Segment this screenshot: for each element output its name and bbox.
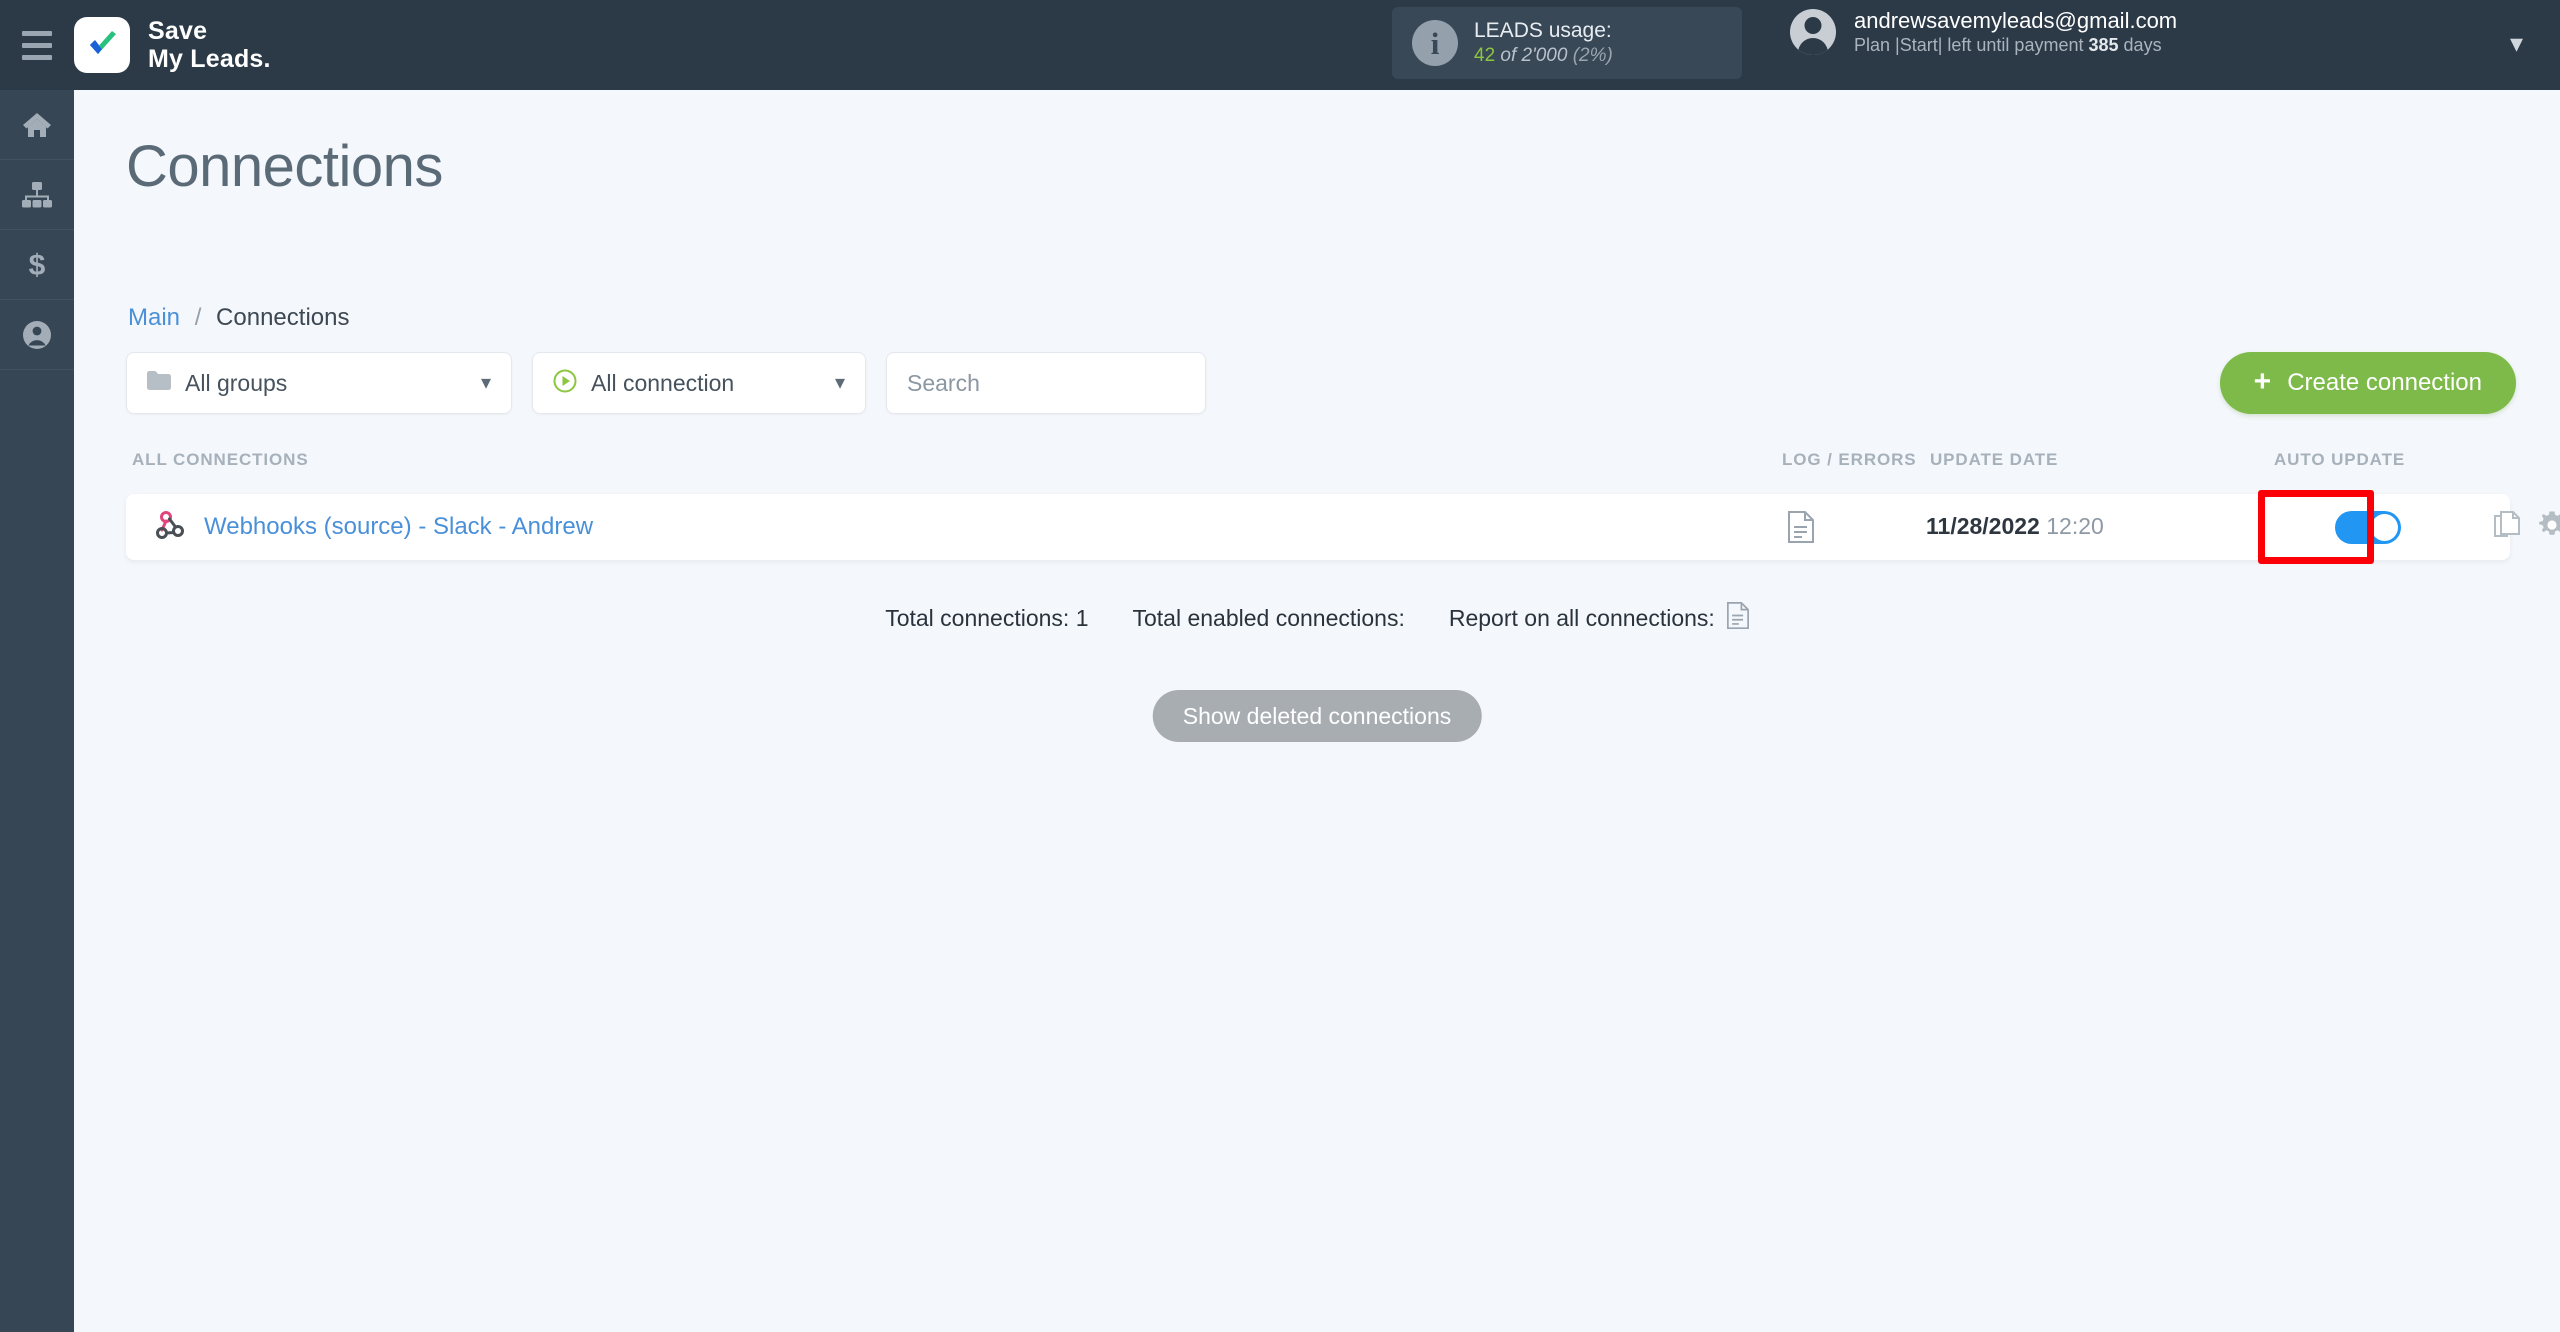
report-label: Report on all connections: — [1448, 605, 1715, 631]
dollar-icon: $ — [26, 250, 48, 280]
groups-filter-dropdown[interactable]: All groups ▾ — [126, 352, 512, 414]
account-plan: Plan |Start| left until payment 385 days — [1854, 35, 2177, 56]
play-circle-icon — [553, 369, 577, 398]
sidebar-item-account[interactable] — [0, 300, 74, 370]
auto-update-cell — [2320, 506, 2416, 548]
table-header: ALL CONNECTIONS LOG / ERRORS UPDATE DATE… — [126, 450, 2510, 488]
table-row: Webhooks (source) - Slack - Andrew 11/28… — [126, 494, 2560, 560]
chevron-down-icon: ▾ — [834, 372, 845, 394]
column-header-auto-update: AUTO UPDATE — [2274, 450, 2406, 469]
total-connections: Total connections: 1 — [885, 605, 1089, 631]
document-icon[interactable] — [1726, 602, 1749, 635]
total-enabled-connections: Total enabled connections: — [1132, 605, 1405, 631]
leads-usage-badge[interactable]: i LEADS usage: 42 of 2'000 (2%) — [1392, 7, 1742, 79]
sidebar-item-billing[interactable]: $ — [0, 230, 74, 300]
create-connection-button[interactable]: + Create connection — [2219, 352, 2516, 414]
leads-usage-title: LEADS usage: — [1474, 19, 1612, 42]
breadcrumb: Main / Connections — [128, 304, 349, 332]
connection-filter-value: All connection — [591, 369, 735, 396]
show-deleted-connections-button[interactable]: Show deleted connections — [1152, 690, 1482, 742]
sitemap-icon — [21, 181, 53, 209]
brand-logo-block[interactable]: Save My Leads. — [74, 17, 271, 73]
update-time-value: 12:20 — [2046, 513, 2104, 539]
column-header-log: LOG / ERRORS — [1782, 450, 1917, 469]
gear-icon[interactable] — [2538, 511, 2560, 544]
leads-total-count: of 2'000 — [1500, 45, 1568, 66]
copy-icon[interactable] — [2494, 510, 2520, 544]
chevron-down-icon: ▾ — [480, 372, 491, 394]
savemyleads-logo-icon — [74, 17, 130, 73]
totals-bar: Total connections: 1 Total enabled conne… — [74, 602, 2560, 635]
hamburger-bar — [22, 30, 52, 36]
brand-title: Save My Leads. — [148, 17, 271, 73]
row-action-icons — [2494, 494, 2560, 560]
home-icon — [22, 111, 52, 139]
sidebar-item-connections[interactable] — [0, 160, 74, 230]
hamburger-bar — [22, 54, 52, 60]
report-on-all-connections: Report on all connections: — [1449, 602, 1749, 635]
svg-text:$: $ — [29, 250, 46, 280]
main-content: Connections Main / Connections All group… — [74, 90, 2560, 1332]
leads-used-count: 42 — [1474, 45, 1496, 66]
plus-icon: + — [2253, 364, 2272, 398]
user-avatar-icon — [1790, 9, 1836, 55]
page-title: Connections — [126, 134, 443, 199]
update-date-value: 11/28/2022 — [1926, 513, 2040, 539]
brand-line-2: My Leads. — [148, 45, 271, 73]
leads-usage-text: LEADS usage: 42 of 2'000 (2%) — [1474, 19, 1613, 67]
auto-update-toggle[interactable] — [2335, 510, 2401, 544]
user-circle-icon — [22, 320, 52, 350]
sidebar-item-home[interactable] — [0, 90, 74, 160]
create-connection-label: Create connection — [2287, 369, 2482, 396]
top-header: Save My Leads. i LEADS usage: 42 of 2'00… — [0, 0, 2560, 90]
connection-name-cell: Webhooks (source) - Slack - Andrew — [156, 494, 593, 560]
update-date-cell: 11/28/2022 12:20 — [1926, 513, 2104, 540]
info-icon: i — [1412, 20, 1458, 66]
chevron-down-icon[interactable]: ▾ — [2510, 30, 2523, 56]
plan-days: 385 — [2088, 35, 2119, 55]
connection-name-link[interactable]: Webhooks (source) - Slack - Andrew — [204, 513, 593, 541]
leads-percent: (2%) — [1572, 45, 1613, 66]
account-text: andrewsavemyleads@gmail.com Plan |Start|… — [1854, 8, 2177, 56]
filter-bar: All groups ▾ All connection ▾ — [126, 352, 1206, 414]
brand-line-1: Save — [148, 17, 208, 45]
breadcrumb-link-main[interactable]: Main — [128, 304, 180, 331]
document-icon[interactable] — [1788, 511, 1814, 548]
left-sidebar: $ — [0, 90, 74, 1332]
plan-suffix: days — [2123, 35, 2162, 55]
hamburger-menu-icon[interactable] — [0, 0, 74, 90]
search-input[interactable] — [886, 352, 1206, 414]
toggle-knob — [2371, 513, 2398, 541]
connection-filter-dropdown[interactable]: All connection ▾ — [532, 352, 866, 414]
webhook-icon — [156, 510, 186, 545]
breadcrumb-separator: / — [194, 304, 202, 331]
folder-icon — [147, 371, 171, 395]
column-header-name: ALL CONNECTIONS — [132, 450, 309, 469]
hamburger-bar — [22, 42, 52, 48]
column-header-date: UPDATE DATE — [1930, 450, 2059, 469]
plan-prefix: Plan |Start| left until payment — [1854, 35, 2084, 55]
account-email: andrewsavemyleads@gmail.com — [1854, 8, 2178, 33]
leads-usage-value: 42 of 2'000 (2%) — [1474, 45, 1613, 67]
breadcrumb-current: Connections — [216, 304, 350, 331]
groups-filter-value: All groups — [185, 369, 288, 396]
account-block[interactable]: andrewsavemyleads@gmail.com Plan |Start|… — [1790, 8, 2177, 56]
